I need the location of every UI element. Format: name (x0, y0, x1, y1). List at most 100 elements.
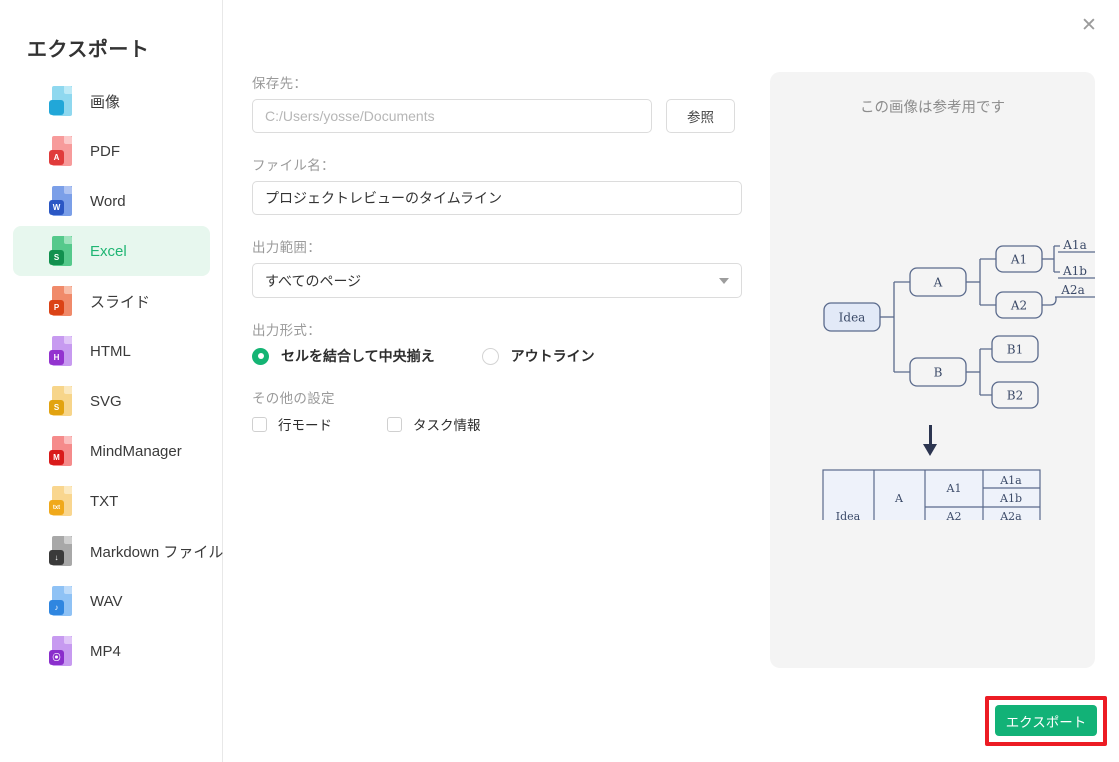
mindmanager-file-icon: M (49, 436, 75, 466)
sidebar-item-label: WAV (90, 592, 123, 610)
html-file-icon: H (49, 336, 75, 366)
svg-file-icon: S (49, 386, 75, 416)
preview-panel: この画像は参考用です Idea A B A1 A2 B1 B2 A1a A1b … (770, 72, 1095, 668)
preview-diagram: Idea A B A1 A2 B1 B2 A1a A1b A2a Idea A … (770, 220, 1095, 563)
sidebar-item-スライド[interactable]: P スライド (13, 276, 210, 326)
sidebar-item-label: Word (90, 192, 126, 210)
sidebar-item-label: MP4 (90, 642, 121, 660)
wav-file-icon: ♪ (49, 586, 75, 616)
radio-outline[interactable]: アウトライン (481, 346, 595, 366)
svg-text:Idea: Idea (839, 311, 866, 325)
page-title: エクスポート (27, 39, 150, 61)
icon-fold (64, 536, 72, 544)
icon-badge: A (49, 150, 64, 165)
image-file-icon (49, 86, 75, 116)
sidebar: エクスポート 画像 A PDF W Word S Excel P スライド H HTML S SVG M M… (0, 0, 223, 762)
down-arrow-icon (923, 425, 937, 456)
icon-fold (64, 436, 72, 444)
sidebar-item-label: スライド (90, 293, 151, 311)
sidebar-item-label: 画像 (90, 93, 121, 111)
sidebar-item-wav[interactable]: ♪ WAV (13, 576, 210, 626)
icon-badge: P (49, 300, 64, 315)
sidebar-item-pdf[interactable]: A PDF (13, 126, 210, 176)
sidebar-item-markdown-ファイル[interactable]: ↓ Markdown ファイル (13, 526, 223, 576)
sidebar-item-mindmanager[interactable]: M MindManager (13, 426, 210, 476)
filename-label: ファイル名： (252, 158, 335, 173)
destination-label: 保存先： (252, 76, 308, 91)
sidebar-item-label: Markdown ファイル (90, 543, 224, 561)
svg-text:Idea: Idea (836, 510, 861, 520)
svg-text:B: B (934, 366, 943, 380)
range-select[interactable]: すべてのページ (252, 263, 742, 298)
range-label: 出力範囲： (252, 240, 321, 255)
filename-input[interactable]: プロジェクトレビューのタイムライン (252, 181, 742, 215)
radio-outline-label: アウトライン (510, 348, 595, 364)
svg-text:A1a: A1a (999, 474, 1022, 487)
sidebar-item-label: SVG (90, 392, 122, 410)
checkbox-row-mode-label: 行モード (278, 418, 332, 433)
svg-text:A2a: A2a (1060, 283, 1084, 297)
sidebar-item-excel[interactable]: S Excel (13, 226, 210, 276)
svg-text:A: A (933, 276, 943, 290)
checkbox-unchecked-icon (252, 416, 267, 432)
svg-text:A2a: A2a (999, 510, 1022, 520)
svg-text:A: A (894, 492, 904, 505)
output-format-label: 出力形式： (252, 323, 321, 338)
slide-file-icon: P (49, 286, 75, 316)
svg-text:A1b: A1b (999, 492, 1022, 505)
browse-button[interactable]: 参照 (666, 99, 735, 133)
icon-fold (64, 636, 72, 644)
word-file-icon: W (49, 186, 75, 216)
sidebar-item-label: HTML (90, 342, 131, 360)
chevron-down-icon (719, 277, 729, 284)
icon-badge (49, 100, 64, 115)
destination-input[interactable]: C:/Users/yosse/Documents (252, 99, 652, 133)
export-dialog: エクスポート 画像 A PDF W Word S Excel P スライド H HTML S SVG M M… (0, 0, 1119, 762)
sidebar-item-txt[interactable]: txt TXT (13, 476, 210, 526)
sidebar-item-label: TXT (90, 492, 119, 510)
export-format-list: 画像 A PDF W Word S Excel P スライド H HTML S SVG M MindMana… (0, 76, 223, 676)
radio-merge-cells-label: セルを結合して中央揃え (281, 348, 435, 364)
svg-text:A2: A2 (1010, 299, 1027, 313)
checkbox-row-mode[interactable]: 行モード (252, 414, 332, 434)
preview-note: この画像は参考用です (860, 100, 1005, 116)
icon-fold (64, 586, 72, 594)
checkbox-task-info[interactable]: タスク情報 (387, 414, 481, 434)
export-button[interactable]: エクスポート (995, 705, 1097, 736)
other-settings-group: 行モード タスク情報 (252, 414, 742, 434)
icon-badge: ♪ (49, 600, 64, 615)
sidebar-item-svg[interactable]: S SVG (13, 376, 210, 426)
checkbox-task-info-label: タスク情報 (413, 418, 481, 433)
svg-text:A1: A1 (1010, 253, 1027, 267)
sidebar-item-word[interactable]: W Word (13, 176, 210, 226)
icon-badge: txt (49, 500, 64, 515)
sidebar-item-label: MindManager (90, 442, 182, 460)
txt-file-icon: txt (49, 486, 75, 516)
icon-badge: ↓ (49, 550, 64, 565)
sidebar-item-画像[interactable]: 画像 (13, 76, 210, 126)
icon-badge: S (49, 400, 64, 415)
sidebar-item-label: Excel (90, 242, 127, 260)
icon-fold (64, 236, 72, 244)
radio-unselected-icon (481, 347, 499, 365)
icon-badge: S (49, 250, 64, 265)
radio-selected-icon (252, 347, 269, 365)
sidebar-item-html[interactable]: H HTML (13, 326, 210, 376)
svg-text:B2: B2 (1007, 389, 1023, 403)
icon-badge: M (49, 450, 64, 465)
mp4-file-icon: ⦿ (49, 636, 75, 666)
svg-text:A1: A1 (946, 482, 962, 495)
icon-badge: ⦿ (49, 650, 64, 665)
close-icon[interactable]: ✕ (1073, 9, 1105, 41)
icon-fold (64, 86, 72, 94)
other-settings-label: その他の設定 (252, 391, 335, 406)
svg-text:A1a: A1a (1062, 238, 1086, 252)
markdown-file-icon: ↓ (49, 536, 75, 566)
radio-merge-cells[interactable]: セルを結合して中央揃え (252, 346, 435, 366)
svg-text:A1b: A1b (1062, 264, 1087, 278)
icon-fold (64, 136, 72, 144)
pdf-file-icon: A (49, 136, 75, 166)
svg-text:B1: B1 (1007, 343, 1023, 357)
sidebar-item-mp4[interactable]: ⦿ MP4 (13, 626, 210, 676)
svg-text:A2: A2 (946, 510, 962, 520)
